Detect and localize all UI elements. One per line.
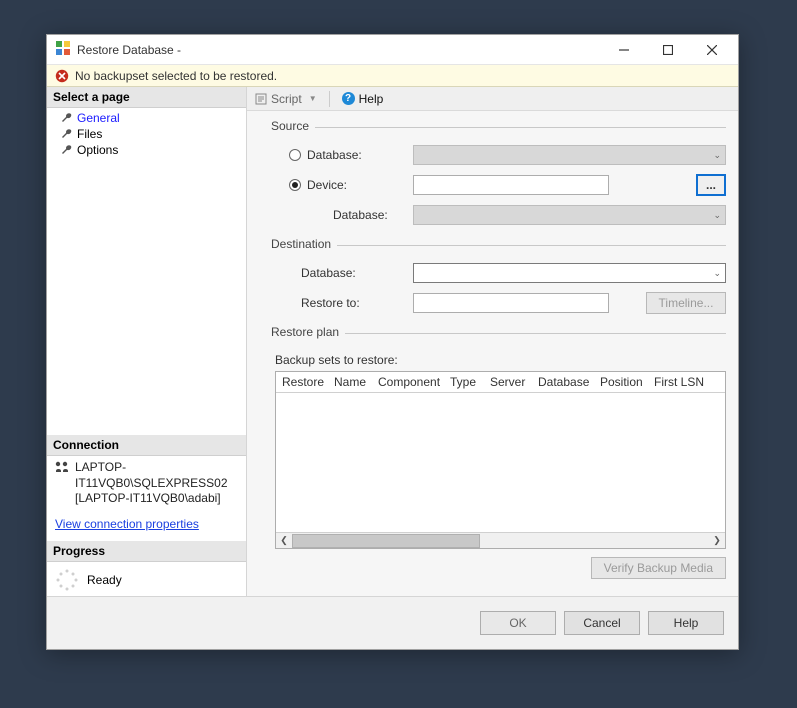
col-restore[interactable]: Restore (276, 372, 328, 392)
ok-button[interactable]: OK (480, 611, 556, 635)
scroll-left-icon[interactable]: ❮ (276, 533, 292, 549)
cancel-button[interactable]: Cancel (564, 611, 640, 635)
horizontal-scrollbar[interactable]: ❮ ❯ (276, 532, 725, 548)
source-group-label: Source (271, 119, 315, 133)
restore-to-label: Restore to: (289, 296, 413, 310)
browse-device-button[interactable]: ... (696, 174, 726, 196)
timeline-button: Timeline... (646, 292, 726, 314)
col-first-lsn[interactable]: First LSN (648, 372, 725, 392)
connection-header: Connection (47, 435, 246, 456)
destination-group-label: Destination (271, 237, 337, 251)
close-button[interactable] (690, 36, 734, 64)
script-button[interactable]: Script ▼ (251, 90, 321, 108)
page-files[interactable]: Files (47, 126, 246, 142)
chevron-down-icon: ▼ (309, 94, 317, 103)
progress-status: Ready (47, 562, 246, 596)
backup-sets-grid[interactable]: Restore Name Component Type Server Datab… (275, 371, 726, 549)
warning-bar: No backupset selected to be restored. (47, 65, 738, 87)
progress-text: Ready (87, 573, 122, 587)
toolbar-divider (329, 91, 330, 107)
source-device-label: Device: (307, 178, 413, 192)
source-database-combo: ⌄ (413, 145, 726, 165)
view-connection-properties-link[interactable]: View connection properties (47, 511, 246, 541)
help-icon: ? (342, 92, 355, 105)
wrench-icon (61, 144, 73, 156)
source-database-label: Database: (307, 148, 413, 162)
page-options[interactable]: Options (47, 142, 246, 158)
chevron-down-icon: ⌄ (713, 150, 721, 161)
dest-database-label: Database: (289, 266, 413, 280)
progress-header: Progress (47, 541, 246, 562)
col-component[interactable]: Component (372, 372, 444, 392)
grid-body (276, 393, 725, 532)
page-general[interactable]: General (47, 110, 246, 126)
restore-to-input[interactable] (413, 293, 609, 313)
source-device-radio[interactable] (289, 179, 301, 191)
verify-backup-media-button: Verify Backup Media (591, 557, 726, 579)
restore-database-dialog: Restore Database - No backupset selected… (46, 34, 739, 650)
col-server[interactable]: Server (484, 372, 532, 392)
dialog-footer: OK Cancel Help (47, 597, 738, 649)
connection-info: LAPTOP-IT11VQB0\SQLEXPRESS02 [LAPTOP-IT1… (47, 456, 246, 511)
minimize-button[interactable] (602, 36, 646, 64)
source-secondary-database-combo: ⌄ (413, 205, 726, 225)
scroll-thumb[interactable] (292, 534, 480, 548)
chevron-down-icon: ⌄ (713, 268, 721, 279)
select-page-header: Select a page (47, 87, 246, 108)
maximize-button[interactable] (646, 36, 690, 64)
col-database[interactable]: Database (532, 372, 594, 392)
source-secondary-database-label: Database: (289, 208, 413, 222)
app-icon (55, 40, 71, 59)
wrench-icon (61, 112, 73, 124)
help-button-footer[interactable]: Help (648, 611, 724, 635)
left-pane: Select a page General Files Options Conn… (47, 87, 247, 596)
error-icon (55, 69, 69, 83)
source-database-radio[interactable] (289, 149, 301, 161)
chevron-down-icon: ⌄ (713, 210, 721, 221)
titlebar: Restore Database - (47, 35, 738, 65)
server-icon (55, 460, 69, 507)
source-device-input[interactable] (413, 175, 609, 195)
toolstrip: Script ▼ ? Help (247, 87, 738, 111)
col-type[interactable]: Type (444, 372, 484, 392)
help-button[interactable]: ? Help (338, 90, 388, 108)
script-icon (255, 93, 267, 105)
connection-string: LAPTOP-IT11VQB0\SQLEXPRESS02 [LAPTOP-IT1… (75, 460, 240, 507)
col-position[interactable]: Position (594, 372, 648, 392)
scroll-right-icon[interactable]: ❯ (709, 533, 725, 549)
wrench-icon (61, 128, 73, 140)
window-title: Restore Database - (77, 43, 602, 57)
progress-spinner-icon (55, 568, 79, 592)
warning-text: No backupset selected to be restored. (75, 69, 277, 83)
dest-database-combo[interactable]: ⌄ (413, 263, 726, 283)
grid-header: Restore Name Component Type Server Datab… (276, 372, 725, 393)
col-name[interactable]: Name (328, 372, 372, 392)
backup-sets-label: Backup sets to restore: (275, 353, 726, 367)
restore-plan-group-label: Restore plan (271, 325, 345, 339)
